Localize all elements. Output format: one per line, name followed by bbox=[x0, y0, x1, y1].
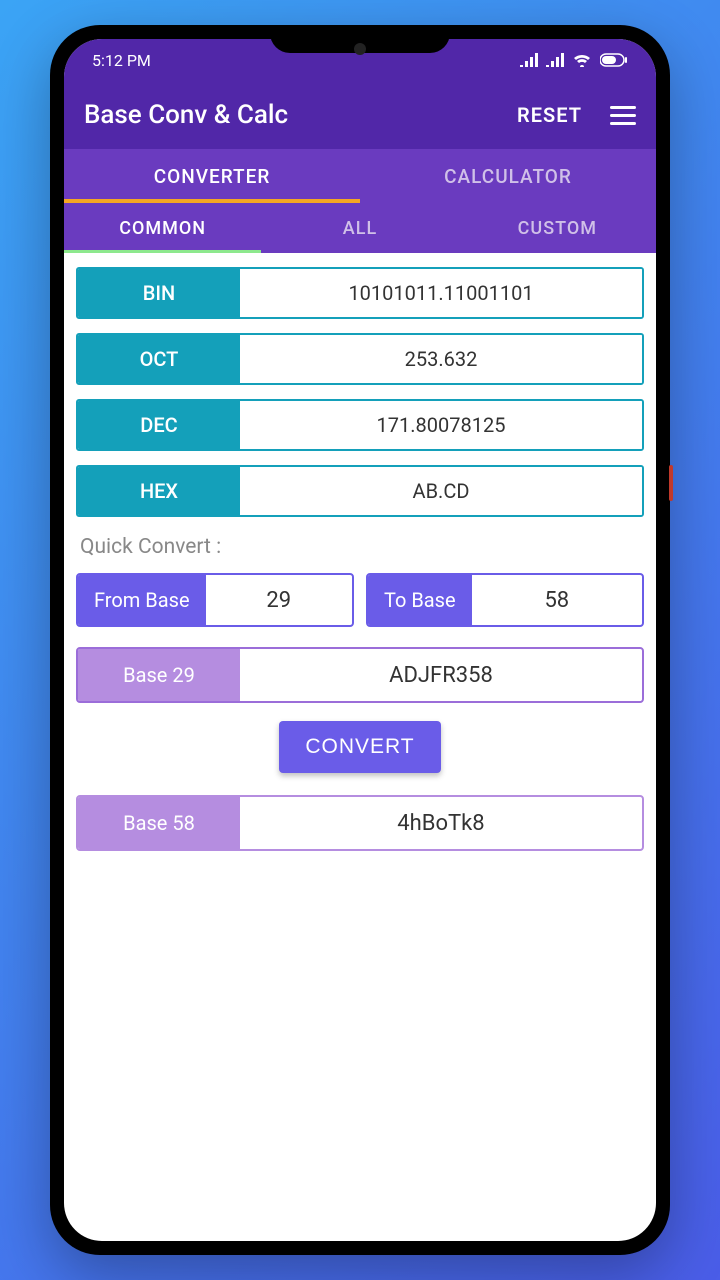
output-base-label: Base 58 bbox=[78, 797, 240, 849]
conv-label-dec: DEC bbox=[78, 401, 240, 449]
wifi-icon bbox=[572, 53, 592, 67]
phone-frame: 5:12 PM Base Conv & Calc RESET CONVERTER… bbox=[50, 25, 670, 1255]
to-base-label: To Base bbox=[368, 575, 472, 625]
output-base-field[interactable]: 4hBoTk8 bbox=[240, 797, 642, 849]
reset-button[interactable]: RESET bbox=[517, 103, 582, 127]
tab-common[interactable]: COMMON bbox=[64, 203, 261, 253]
signal-icon-2 bbox=[546, 53, 564, 67]
from-base-input[interactable]: 29 bbox=[206, 575, 352, 625]
convert-button[interactable]: CONVERT bbox=[279, 721, 440, 773]
quick-convert-title: Quick Convert : bbox=[80, 535, 640, 559]
conv-label-bin: BIN bbox=[78, 269, 240, 317]
quick-base-row: From Base 29 To Base 58 bbox=[76, 573, 644, 627]
conv-row-hex: HEX AB.CD bbox=[76, 465, 644, 517]
status-time: 5:12 PM bbox=[92, 51, 151, 70]
tab-custom[interactable]: CUSTOM bbox=[459, 203, 656, 253]
status-icons bbox=[520, 53, 628, 67]
conv-value-dec[interactable]: 171.80078125 bbox=[240, 401, 642, 449]
conv-value-oct[interactable]: 253.632 bbox=[240, 335, 642, 383]
screen: 5:12 PM Base Conv & Calc RESET CONVERTER… bbox=[64, 39, 656, 1241]
tab-converter[interactable]: CONVERTER bbox=[64, 149, 360, 203]
app-bar: Base Conv & Calc RESET bbox=[64, 81, 656, 149]
app-title: Base Conv & Calc bbox=[84, 100, 288, 130]
conv-label-hex: HEX bbox=[78, 467, 240, 515]
status-bar: 5:12 PM bbox=[64, 39, 656, 81]
from-base-label: From Base bbox=[78, 575, 206, 625]
menu-icon[interactable] bbox=[610, 106, 636, 125]
conv-row-oct: OCT 253.632 bbox=[76, 333, 644, 385]
conv-row-dec: DEC 171.80078125 bbox=[76, 399, 644, 451]
to-base-box: To Base 58 bbox=[366, 573, 644, 627]
input-base-row: Base 29 ADJFR358 bbox=[76, 647, 644, 703]
signal-icon bbox=[520, 53, 538, 67]
conv-label-oct: OCT bbox=[78, 335, 240, 383]
tab-all[interactable]: ALL bbox=[261, 203, 458, 253]
input-base-field[interactable]: ADJFR358 bbox=[240, 649, 642, 701]
input-base-label: Base 29 bbox=[78, 649, 240, 701]
tabs-secondary: COMMON ALL CUSTOM bbox=[64, 203, 656, 253]
from-base-box: From Base 29 bbox=[76, 573, 354, 627]
output-base-row: Base 58 4hBoTk8 bbox=[76, 795, 644, 851]
tab-calculator[interactable]: CALCULATOR bbox=[360, 149, 656, 203]
tabs-primary: CONVERTER CALCULATOR bbox=[64, 149, 656, 203]
battery-icon bbox=[600, 53, 628, 67]
conv-value-hex[interactable]: AB.CD bbox=[240, 467, 642, 515]
app-bar-right: RESET bbox=[517, 103, 636, 127]
content-area: BIN 10101011.11001101 OCT 253.632 DEC 17… bbox=[64, 253, 656, 883]
conv-value-bin[interactable]: 10101011.11001101 bbox=[240, 269, 642, 317]
conv-row-bin: BIN 10101011.11001101 bbox=[76, 267, 644, 319]
to-base-input[interactable]: 58 bbox=[472, 575, 642, 625]
phone-side-button bbox=[669, 465, 673, 501]
